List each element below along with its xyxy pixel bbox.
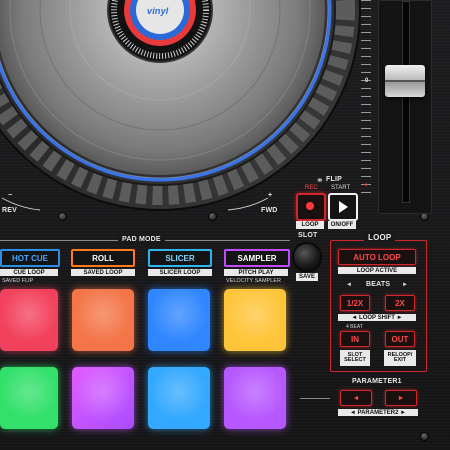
save-tag: SAVE <box>296 273 318 281</box>
fwd-sign: + <box>268 192 273 199</box>
pad-5[interactable] <box>0 367 58 429</box>
parameter-divider <box>300 398 330 399</box>
loop-title: LOOP <box>364 233 396 242</box>
loop-shift-label: LOOP SHIFT <box>359 314 395 321</box>
hot-cue-button[interactable]: HOT CUE <box>0 249 60 267</box>
velocity-sampler-label: VELOCITY SAMPLER <box>226 278 281 284</box>
tempo-slider[interactable] <box>378 0 432 214</box>
slicer-button[interactable]: SLICER <box>148 249 212 267</box>
tempo-slider-track <box>402 1 410 203</box>
tempo-slider-handle[interactable] <box>385 65 425 97</box>
pad-4[interactable] <box>224 289 286 351</box>
parameter2-left-arrow: ◄ <box>349 409 356 416</box>
four-beat-label: 4 BEAT <box>346 324 363 330</box>
pad-3[interactable] <box>148 289 210 351</box>
double-loop-button[interactable]: 2X <box>385 295 415 311</box>
flip-title: FLIP <box>326 176 342 183</box>
loop-active-tag: LOOP ACTIVE <box>338 267 416 274</box>
flip-rec-button[interactable] <box>296 193 326 221</box>
beats-left-arrow: ◄ <box>346 282 352 288</box>
parameter2-tag: ◄ PARAMETER2 ► <box>338 409 418 416</box>
loop-out-button[interactable]: OUT <box>385 331 415 347</box>
parameter-left-button[interactable]: ◄ <box>340 390 372 406</box>
beats-label: BEATS <box>366 281 391 288</box>
reloop-exit-tag: RELOOP/ EXIT <box>384 350 416 366</box>
tempo-plus-label: + <box>364 182 369 189</box>
rev-sign: − <box>8 192 13 199</box>
onoff-tag: ON/OFF <box>328 221 356 229</box>
pitch-play-tag: PITCH PLAY <box>224 269 288 276</box>
play-icon <box>339 201 348 213</box>
parameter2-right-arrow: ► <box>400 409 407 416</box>
pad-7[interactable] <box>148 367 210 429</box>
jog-logo-text: vinyl <box>147 6 169 16</box>
saved-flip-label: SAVED FLIP <box>2 278 34 284</box>
pad-8[interactable] <box>224 367 286 429</box>
pad-2[interactable] <box>72 289 134 351</box>
record-icon <box>306 202 314 210</box>
parameter1-title: PARAMETER1 <box>352 378 402 385</box>
pad-1[interactable] <box>0 289 58 351</box>
pad-mode-title: PAD MODE <box>118 236 165 243</box>
tempo-zero-label: 0 <box>365 78 369 84</box>
rev-label: REV <box>2 207 17 214</box>
slot-knob[interactable] <box>294 244 320 270</box>
sampler-button[interactable]: SAMPLER <box>224 249 290 267</box>
loop-tag: LOOP <box>296 221 324 229</box>
slot-select-tag: SLOT SELECT <box>340 350 370 366</box>
parameter2-label: PARAMETER2 <box>357 409 399 416</box>
half-loop-button[interactable]: 1/2X <box>340 295 370 311</box>
rec-label: REC <box>305 185 318 191</box>
loop-in-button[interactable]: IN <box>340 331 370 347</box>
parameter-right-button[interactable]: ► <box>385 390 417 406</box>
cue-loop-tag: CUE LOOP <box>0 269 58 276</box>
slicer-loop-tag: SLICER LOOP <box>148 269 212 276</box>
loop-shift-right-arrow: ► <box>396 314 403 321</box>
screw <box>420 432 429 441</box>
beats-right-arrow: ► <box>402 282 408 288</box>
loop-shift-left-arrow: ◄ <box>351 314 358 321</box>
jog-arc-indicator <box>1 197 269 211</box>
roll-button[interactable]: ROLL <box>71 249 135 267</box>
slot-title: SLOT <box>298 232 318 239</box>
pad-6[interactable] <box>72 367 134 429</box>
fwd-label: FWD <box>261 207 278 214</box>
deck-panel: vinyl − REV + FWD 0 + ⚭ FLIP REC START L… <box>0 0 450 450</box>
start-label: START <box>331 185 351 191</box>
screw <box>208 212 217 221</box>
flip-start-button[interactable] <box>328 193 358 221</box>
tempo-tick-column <box>361 0 371 200</box>
saved-loop-tag: SAVED LOOP <box>71 269 135 276</box>
auto-loop-button[interactable]: AUTO LOOP <box>338 249 416 265</box>
screw <box>58 212 67 221</box>
loop-shift-tag: ◄ LOOP SHIFT ► <box>338 314 416 321</box>
